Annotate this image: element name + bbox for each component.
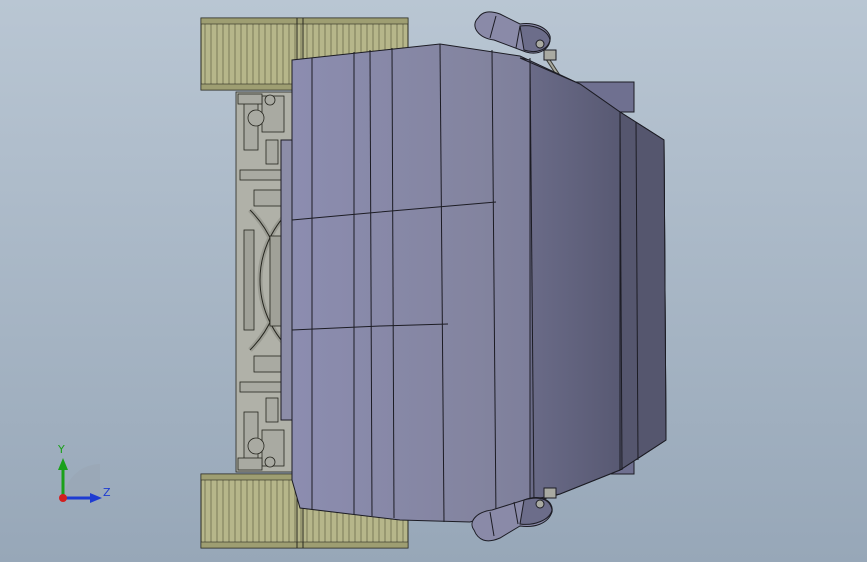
triad-y-label: Y [58, 443, 65, 456]
reference-triad [58, 458, 102, 503]
graphics-viewport[interactable]: Y Z [0, 0, 867, 562]
x-axis-dot [59, 494, 67, 502]
vehicle-body[interactable] [291, 43, 667, 523]
triad-z-label: Z [103, 486, 111, 499]
cad-model-view[interactable] [0, 0, 867, 562]
y-axis-arrowhead [58, 458, 68, 470]
